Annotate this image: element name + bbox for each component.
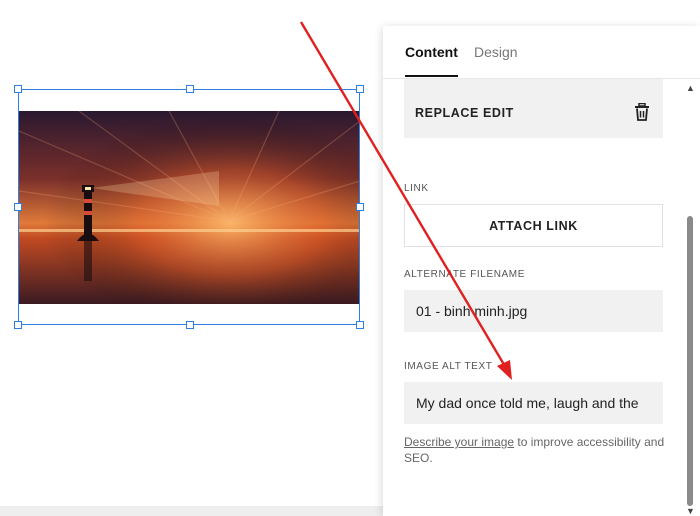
resize-handle-bottom-center[interactable] — [186, 321, 194, 329]
describe-image-link[interactable]: Describe your image — [404, 435, 514, 449]
tab-design[interactable]: Design — [474, 44, 518, 60]
resize-handle-top-center[interactable] — [186, 85, 194, 93]
scroll-up-icon[interactable]: ▲ — [686, 83, 695, 93]
resize-handle-bottom-left[interactable] — [14, 321, 22, 329]
image-settings-panel: Content Design ▲ ▼ REPLACE EDIT LINK ATT… — [383, 26, 700, 516]
resize-handle-bottom-right[interactable] — [356, 321, 364, 329]
alternate-filename-field[interactable]: 01 - binh minh.jpg — [404, 290, 663, 332]
edit-button[interactable]: EDIT — [483, 106, 514, 120]
image-alt-text-label: IMAGE ALT TEXT — [404, 361, 493, 372]
alt-text-help: Describe your image to improve accessibi… — [404, 434, 669, 466]
editor-canvas — [0, 0, 383, 516]
replace-button[interactable]: REPLACE — [415, 106, 479, 120]
scroll-down-icon[interactable]: ▼ — [686, 506, 695, 516]
resize-handle-middle-left[interactable] — [14, 203, 22, 211]
resize-handle-middle-right[interactable] — [356, 203, 364, 211]
scrollbar-thumb[interactable] — [687, 216, 693, 506]
tab-content[interactable]: Content — [405, 44, 458, 60]
image-alt-text-field[interactable]: My dad once told me, laugh and the — [404, 382, 663, 424]
resize-handle-top-left[interactable] — [14, 85, 22, 93]
resize-handle-top-right[interactable] — [356, 85, 364, 93]
panel-tabs: Content Design — [383, 26, 700, 79]
image-selection-frame[interactable] — [18, 89, 360, 325]
attach-link-button[interactable]: ATTACH LINK — [404, 204, 663, 247]
link-label: LINK — [404, 183, 429, 194]
alternate-filename-label: ALTERNATE FILENAME — [404, 269, 526, 280]
canvas-bottom-bar — [0, 506, 383, 516]
image-actions-box: REPLACE EDIT — [404, 78, 663, 138]
trash-icon[interactable] — [634, 102, 650, 121]
active-tab-indicator — [405, 75, 458, 77]
